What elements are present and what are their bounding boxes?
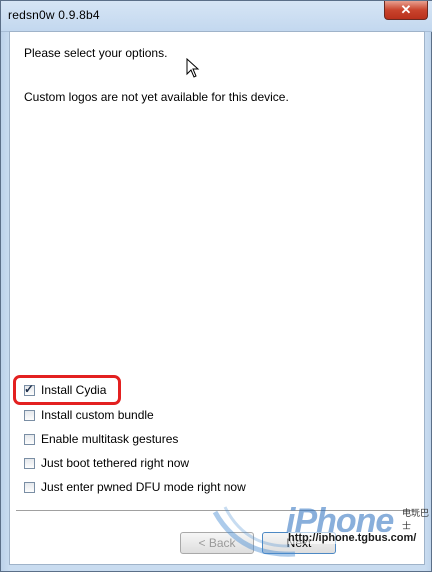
title-bar[interactable]: redsn0w 0.9.8b4 ✕ (1, 1, 432, 32)
watermark-url: http://iphone.tgbus.com/ (288, 532, 417, 544)
close-icon: ✕ (400, 2, 412, 17)
checkmark-icon: ✓ (24, 381, 35, 396)
option-label: Enable multitask gestures (41, 432, 179, 446)
just-boot-tethered-checkbox[interactable] (24, 457, 35, 469)
mouse-pointer-icon (186, 58, 200, 78)
option-enable-multitask-gestures[interactable]: Enable multitask gestures (24, 431, 178, 447)
app-window: redsn0w 0.9.8b4 ✕ Please select your opt… (0, 0, 432, 572)
option-pwned-dfu-mode[interactable]: Just enter pwned DFU mode right now (24, 479, 246, 495)
watermark: iPhone http://iphone.tgbus.com/ 电玩巴士 (210, 502, 430, 562)
pwned-dfu-mode-checkbox[interactable] (24, 481, 35, 493)
enable-multitask-gestures-checkbox[interactable] (24, 433, 35, 445)
option-install-cydia[interactable]: ✓ Install Cydia (24, 382, 106, 398)
window-title: redsn0w 0.9.8b4 (8, 8, 100, 22)
select-options-message: Please select your options. (24, 46, 168, 60)
option-install-custom-bundle[interactable]: Install custom bundle (24, 407, 154, 423)
option-label: Install custom bundle (41, 408, 154, 422)
option-label: Just enter pwned DFU mode right now (41, 480, 246, 494)
option-label: Install Cydia (41, 383, 107, 397)
option-just-boot-tethered[interactable]: Just boot tethered right now (24, 455, 189, 471)
install-custom-bundle-checkbox[interactable] (24, 409, 35, 421)
close-button[interactable]: ✕ (384, 1, 428, 20)
install-cydia-checkbox[interactable]: ✓ (24, 381, 35, 396)
dialog-content: Please select your options. Custom logos… (9, 31, 429, 565)
custom-logos-message: Custom logos are not yet available for t… (24, 90, 289, 104)
watermark-corner: 电玩巴士 (402, 508, 430, 531)
option-label: Just boot tethered right now (41, 456, 190, 470)
